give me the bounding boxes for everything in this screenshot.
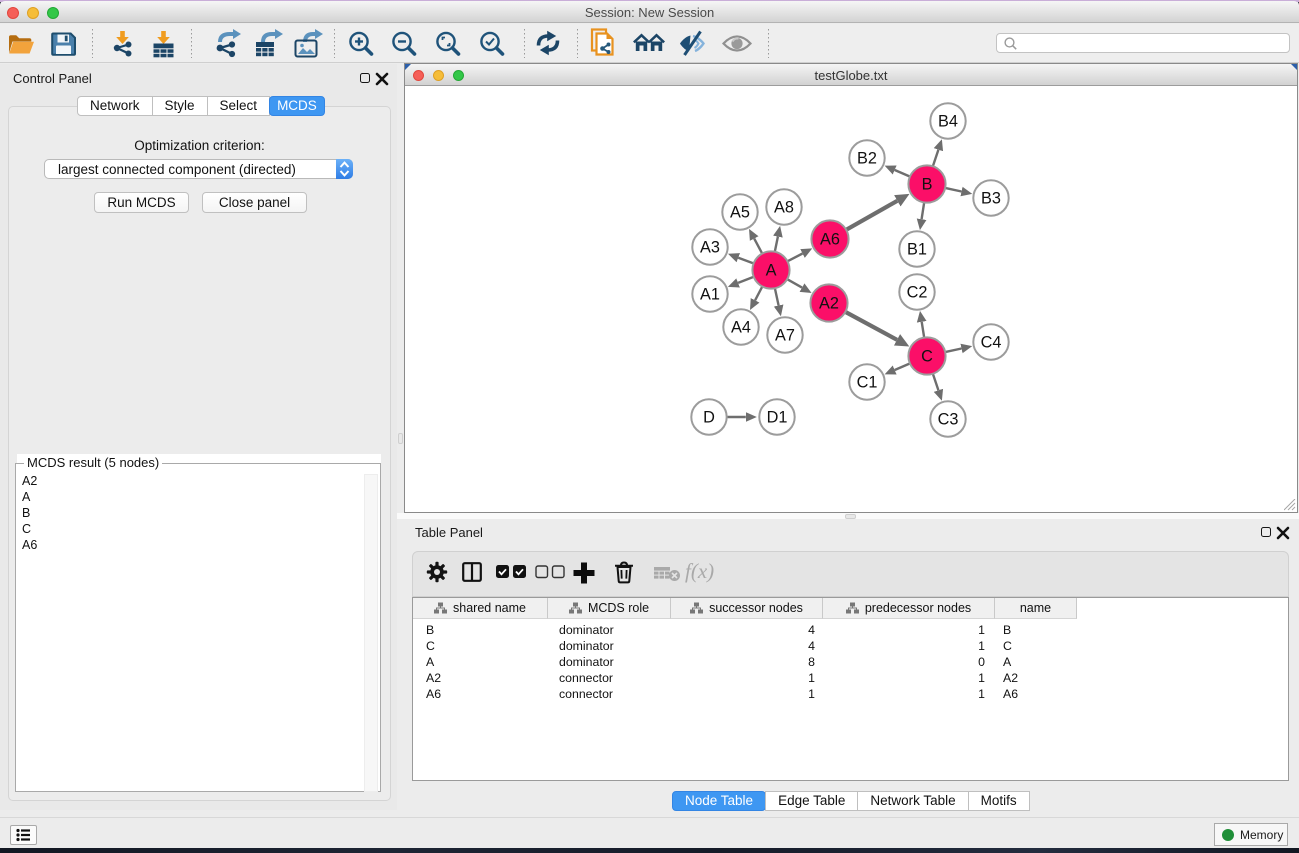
- svg-text:D1: D1: [767, 409, 788, 427]
- svg-text:A7: A7: [775, 327, 795, 345]
- svg-text:A5: A5: [730, 204, 750, 222]
- svg-text:B2: B2: [857, 150, 877, 168]
- svg-text:C2: C2: [907, 284, 928, 302]
- svg-text:A3: A3: [700, 239, 720, 257]
- svg-text:B3: B3: [981, 190, 1001, 208]
- svg-text:A: A: [766, 262, 777, 280]
- svg-text:A6: A6: [820, 231, 840, 249]
- svg-text:A8: A8: [774, 199, 794, 217]
- svg-text:C4: C4: [981, 334, 1002, 352]
- svg-text:C: C: [921, 348, 933, 366]
- svg-text:B1: B1: [907, 241, 927, 259]
- svg-text:A1: A1: [700, 286, 720, 304]
- svg-text:C3: C3: [938, 411, 959, 429]
- svg-text:C1: C1: [857, 374, 878, 392]
- svg-text:A2: A2: [819, 295, 839, 313]
- svg-text:B: B: [922, 176, 933, 194]
- svg-text:D: D: [703, 409, 715, 427]
- svg-text:A4: A4: [731, 319, 751, 337]
- svg-text:B4: B4: [938, 113, 958, 131]
